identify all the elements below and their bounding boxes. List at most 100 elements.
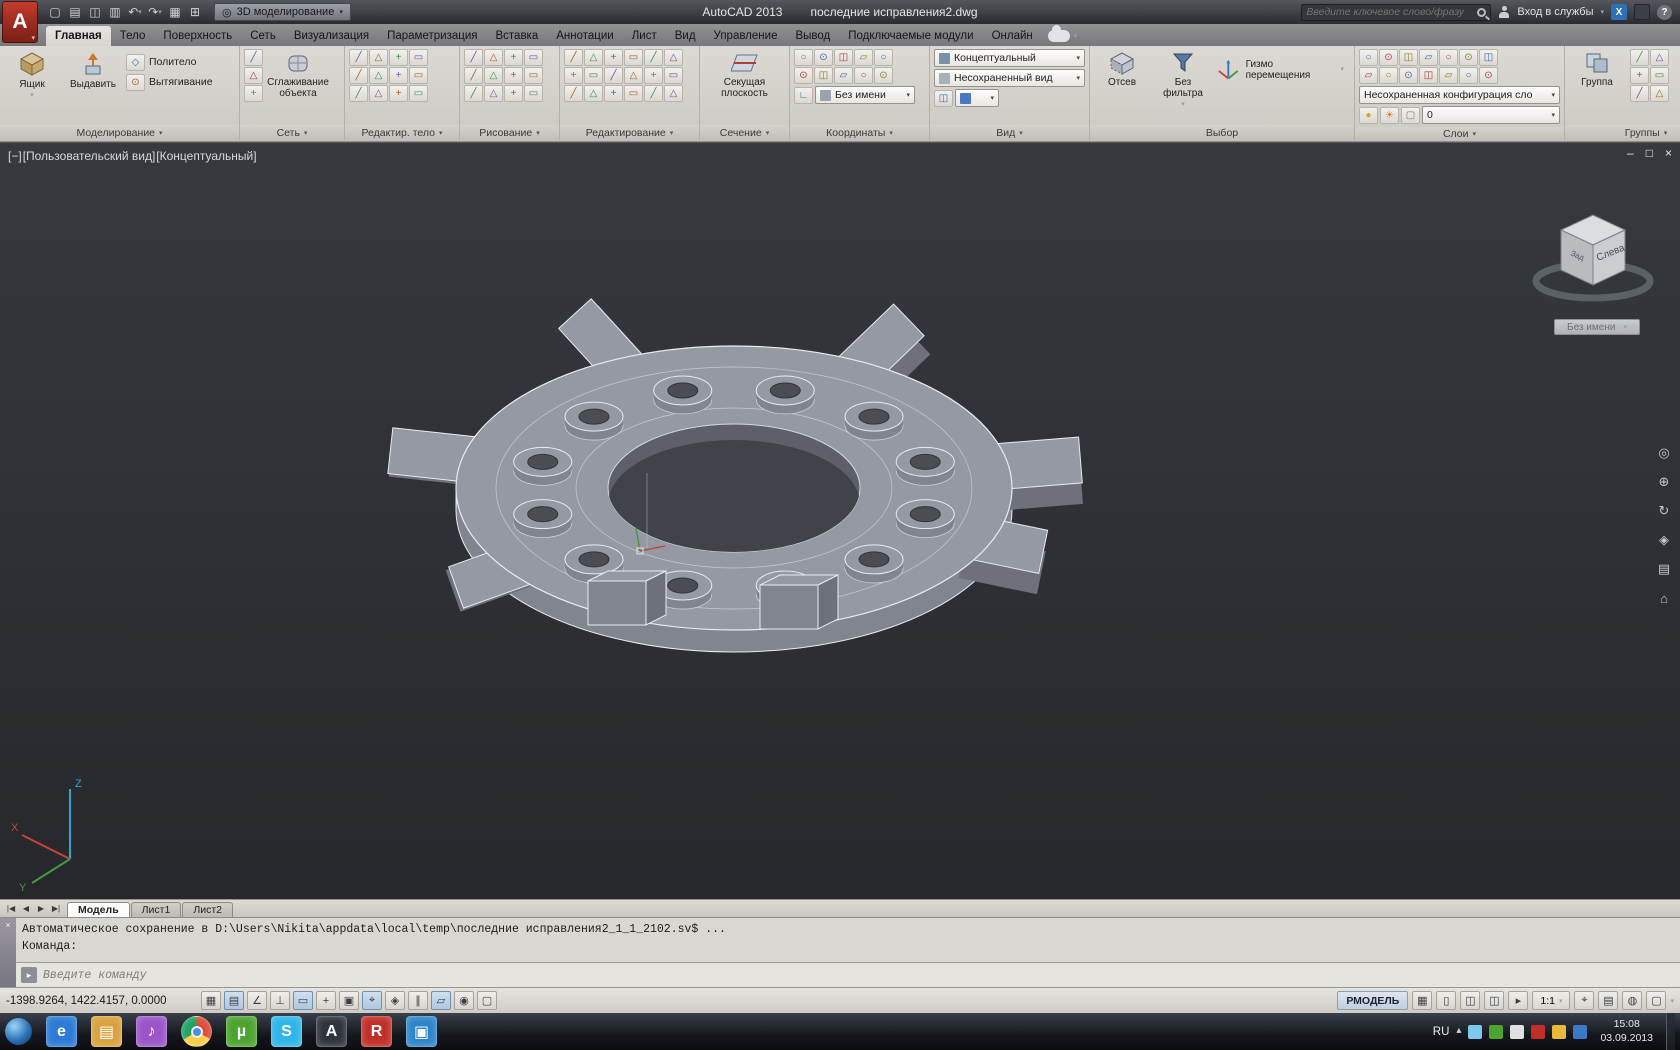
taskbar-item-utorrent[interactable]: µ (226, 1016, 257, 1047)
help-search-box[interactable] (1301, 4, 1491, 21)
tray-app-6-icon[interactable] (1573, 1025, 1587, 1039)
tab-surface[interactable]: Поверхность (154, 26, 241, 46)
layer-lock-icon[interactable]: ▢ (1401, 107, 1420, 124)
ribbon-mini-icon[interactable]: ◫ (1479, 49, 1498, 66)
ribbon-mini-icon[interactable]: ╱ (464, 49, 483, 66)
ribbon-mini-icon[interactable]: ╱ (564, 85, 583, 102)
ribbon-mini-icon[interactable]: ▭ (664, 67, 683, 84)
taskbar-clock[interactable]: 15:08 03.09.2013 (1594, 1018, 1659, 1045)
ribbon-mini-icon[interactable]: ▭ (524, 67, 543, 84)
taskbar-item-internet-explorer[interactable]: e (46, 1016, 77, 1047)
tray-app-4-icon[interactable] (1531, 1025, 1545, 1039)
ribbon-mini-icon[interactable]: ◫ (1399, 49, 1418, 66)
status-toggle-3[interactable]: ⊥ (270, 991, 290, 1010)
ribbon-mini-icon[interactable]: + (389, 85, 408, 102)
status-toggle-6[interactable]: ▣ (339, 991, 359, 1010)
ribbon-mini-icon[interactable]: ╱ (349, 85, 368, 102)
panel-label-solid-editing[interactable]: Редактир. тело▾ (345, 125, 459, 141)
undo-icon[interactable]: ↶▾ (126, 3, 144, 21)
next-tab-icon[interactable]: ▶ (34, 904, 48, 913)
first-tab-icon[interactable]: |◀ (4, 904, 18, 913)
cursor-coordinates[interactable]: -1398.9264, 1422.4157, 0.0000 (6, 995, 198, 1007)
ribbon-mini-icon[interactable]: ▭ (524, 85, 543, 102)
orbit-icon[interactable]: ↻ (1654, 501, 1674, 521)
navigation-wheel-icon[interactable]: ◎ (1654, 443, 1674, 463)
workspace-icon[interactable]: ◍ (1622, 991, 1642, 1010)
close-icon[interactable]: × (5, 920, 10, 930)
taskbar-item-chrome[interactable] (181, 1016, 212, 1047)
layer-dropdown[interactable]: 0▾ (1422, 106, 1560, 124)
ribbon-mini-icon[interactable]: ◫ (1419, 67, 1438, 84)
annotation-visibility-icon[interactable]: ⌖ (1574, 991, 1594, 1010)
status-toggle-2[interactable]: ∠ (247, 991, 267, 1010)
layout-tab-sheet2[interactable]: Лист2 (182, 902, 233, 917)
ribbon-mini-icon[interactable]: ▱ (1439, 67, 1458, 84)
ribbon-mini-icon[interactable]: ⊙ (794, 67, 813, 84)
show-desktop-button[interactable] (1666, 1013, 1675, 1050)
layout-tab-sheet1[interactable]: Лист1 (131, 902, 182, 917)
presspull-button[interactable]: ⊙Вытягивание (126, 73, 213, 91)
ribbon-mini-icon[interactable]: ╱ (349, 49, 368, 66)
ribbon-mini-icon[interactable]: ▭ (409, 85, 428, 102)
status-toggle-4[interactable]: ▭ (293, 991, 313, 1010)
home-icon[interactable]: ⌂ (1654, 588, 1674, 608)
tab-view[interactable]: Вид (666, 26, 705, 46)
ribbon-mini-icon[interactable]: △ (664, 49, 683, 66)
steering-icon[interactable]: ▸ (1508, 991, 1528, 1010)
viewcube[interactable]: Зад Слева (1518, 187, 1668, 317)
ribbon-mini-icon[interactable]: ○ (1359, 49, 1378, 66)
application-menu-button[interactable]: A▾ (2, 1, 38, 43)
layer-state-dropdown[interactable]: Несохраненная конфигурация сло▾ (1359, 86, 1560, 104)
ribbon-mini-icon[interactable]: ▭ (409, 49, 428, 66)
ribbon-mini-icon[interactable]: + (389, 49, 408, 66)
zoom-icon[interactable]: ◈ (1654, 530, 1674, 550)
taskbar-item-image-viewer[interactable]: ▣ (406, 1016, 437, 1047)
ribbon-mini-icon[interactable]: + (644, 67, 663, 84)
properties-icon[interactable]: ⊞ (186, 3, 204, 21)
tab-visualize[interactable]: Визуализация (285, 26, 378, 46)
ribbon-mini-icon[interactable]: ▭ (624, 49, 643, 66)
ribbon-mini-icon[interactable]: △ (484, 85, 503, 102)
paper-icon[interactable]: ▯ (1436, 991, 1456, 1010)
minimize-icon[interactable]: – (1627, 146, 1634, 160)
box-tool-button[interactable]: Ящик▾ (4, 49, 60, 100)
ribbon-mini-icon[interactable]: + (1630, 67, 1649, 84)
ribbon-mini-icon[interactable]: ◫ (834, 49, 853, 66)
ribbon-mini-icon[interactable]: ▭ (409, 67, 428, 84)
workspace-switcher[interactable]: ◎ 3D моделирование ▾ (214, 3, 351, 21)
ribbon-mini-icon[interactable]: ▭ (524, 49, 543, 66)
taskbar-item-music-player[interactable]: ♪ (136, 1016, 167, 1047)
tray-app-3-icon[interactable] (1510, 1025, 1524, 1039)
ribbon-mini-icon[interactable]: △ (584, 49, 603, 66)
ribbon-mini-icon[interactable]: ○ (794, 49, 813, 66)
annotation-scale-control[interactable]: 1:1▾ (1532, 991, 1570, 1010)
ribbon-mini-icon[interactable]: ○ (1379, 67, 1398, 84)
ribbon-mini-icon[interactable]: ⊙ (814, 49, 833, 66)
ribbon-mini-icon[interactable]: ╱ (604, 67, 623, 84)
ribbon-mini-icon[interactable]: ▭ (1650, 67, 1669, 84)
ribbon-mini-icon[interactable]: △ (1650, 85, 1669, 102)
model-icon[interactable]: ▦ (1412, 991, 1432, 1010)
ribbon-mini-icon[interactable]: + (564, 67, 583, 84)
panel-label-selection[interactable]: Выбор (1090, 125, 1354, 141)
pan-icon[interactable]: ⊕ (1654, 472, 1674, 492)
ribbon-mini-icon[interactable]: ○ (1439, 49, 1458, 66)
restore-icon[interactable]: □ (1646, 146, 1653, 160)
ribbon-mini-icon[interactable]: △ (584, 85, 603, 102)
tab-parametric[interactable]: Параметризация (378, 26, 486, 46)
quick-view-layouts-icon[interactable]: ◫ (1460, 991, 1480, 1010)
ribbon-mini-icon[interactable]: + (389, 67, 408, 84)
ribbon-mini-icon[interactable]: ⊙ (1399, 67, 1418, 84)
showmotion-icon[interactable]: ▤ (1654, 559, 1674, 579)
status-toggle-0[interactable]: ▦ (201, 991, 221, 1010)
ribbon-mini-icon[interactable]: ○ (874, 49, 893, 66)
prev-tab-icon[interactable]: ◀ (19, 904, 33, 913)
language-indicator[interactable]: RU (1433, 1026, 1450, 1038)
section-plane-button[interactable]: Секущая плоскость (713, 49, 777, 99)
ribbon-mini-icon[interactable]: △ (1650, 49, 1669, 66)
smooth-object-button[interactable]: Сглаживание объекта (268, 49, 328, 99)
save-icon[interactable]: ◫ (86, 3, 104, 21)
ribbon-mini-icon[interactable]: ╱ (349, 67, 368, 84)
redo-icon[interactable]: ↷▾ (146, 3, 164, 21)
viewport-dropdown[interactable]: ▾ (955, 89, 999, 107)
